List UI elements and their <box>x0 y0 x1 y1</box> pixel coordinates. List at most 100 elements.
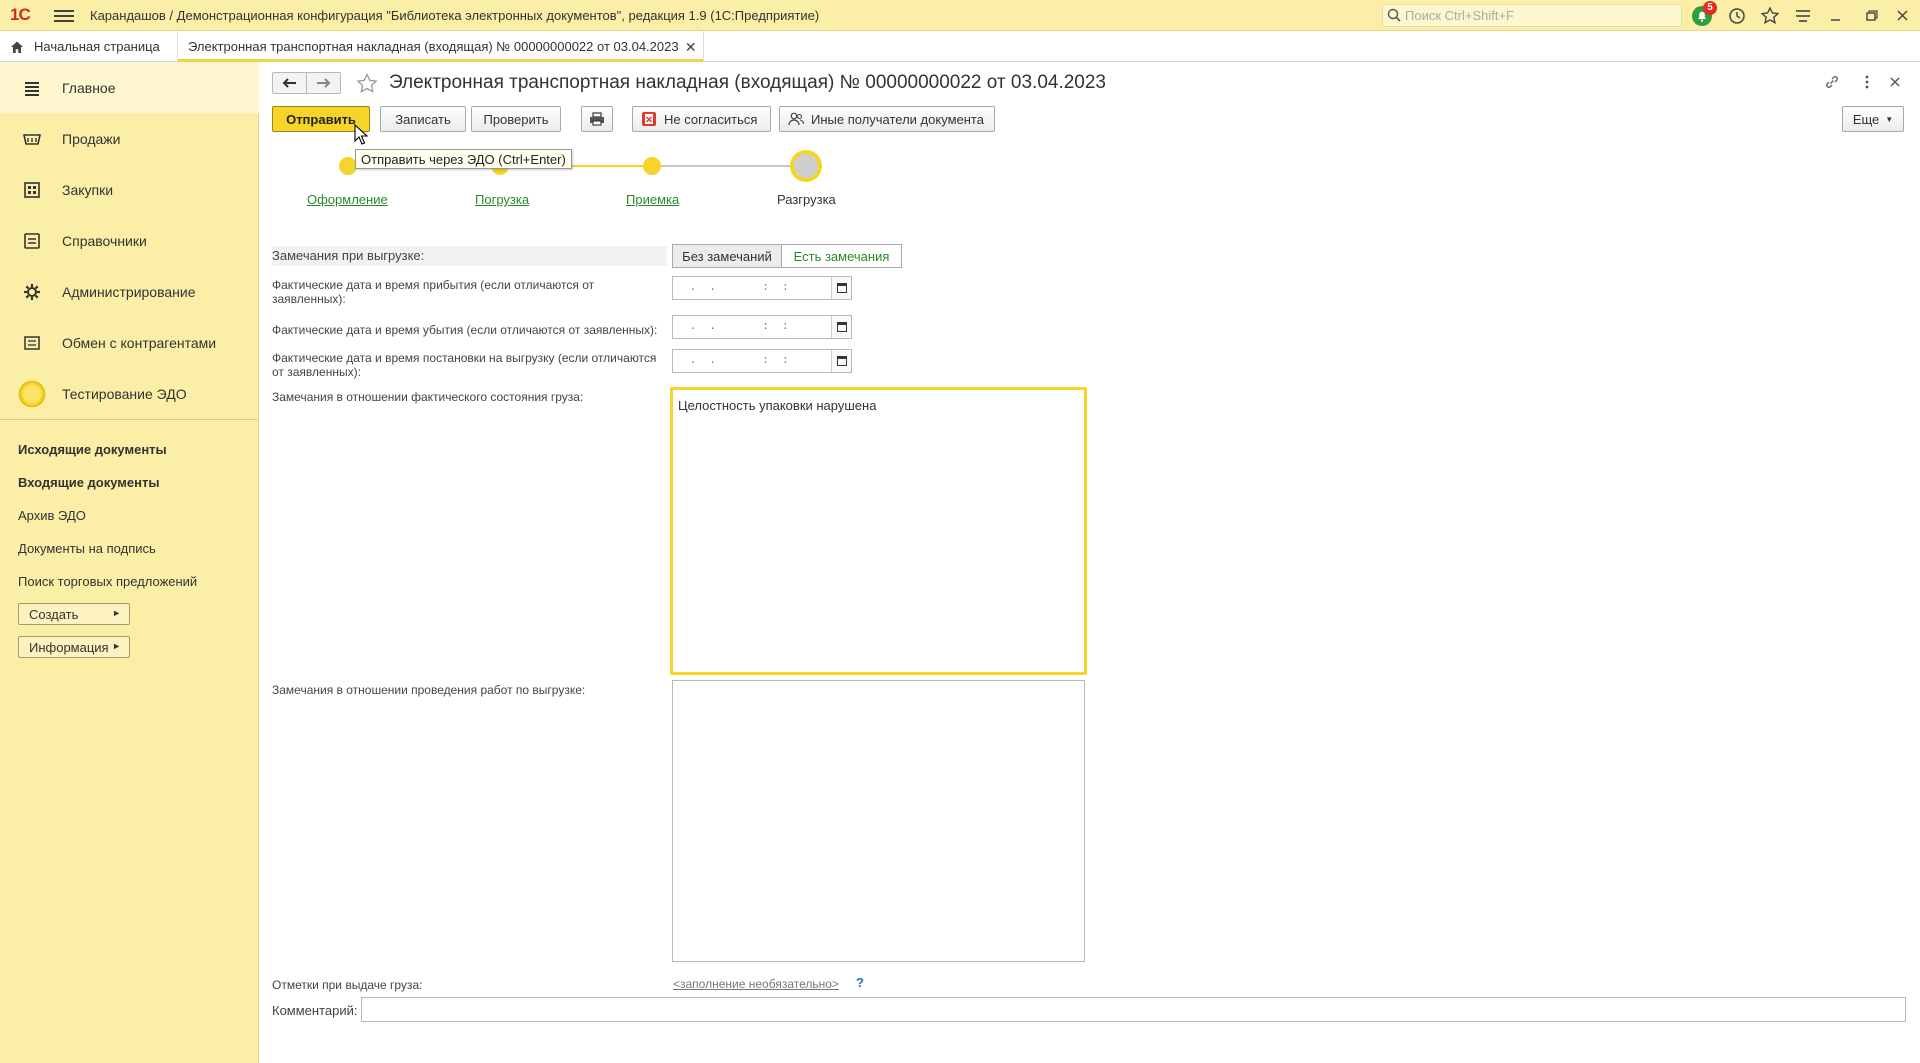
more-button-label: Еще <box>1852 111 1880 127</box>
menu-icon <box>25 82 39 96</box>
save-button[interactable]: Записать <box>380 106 466 132</box>
other-recipients-button-label: Иные получатели документа <box>811 111 984 127</box>
step-link-loading[interactable]: Погрузка <box>475 192 529 207</box>
title-bar: 1С Карандашов / Демонстрационная конфигу… <box>0 0 1920 31</box>
home-icon <box>11 41 23 53</box>
sidebar-item-main[interactable]: Главное <box>0 62 259 113</box>
check-button-label: Проверить <box>483 111 549 127</box>
send-tooltip: Отправить через ЭДО (Ctrl+Enter) <box>355 149 572 169</box>
help-icon[interactable]: ? <box>856 975 864 990</box>
check-button[interactable]: Проверить <box>471 106 561 132</box>
remarks-option-none-label: Без замечаний <box>682 248 772 264</box>
sidebar-link-incoming[interactable]: Входящие документы <box>18 475 159 490</box>
close-icon[interactable] <box>1886 73 1904 91</box>
cargo-marks-link[interactable]: <заполнение необязательно> <box>673 977 839 991</box>
chevron-down-icon: ▼ <box>1885 114 1894 124</box>
sidebar-link-trade-offers[interactable]: Поиск торговых предложений <box>18 574 197 589</box>
star-icon[interactable] <box>1759 5 1781 27</box>
exchange-icon <box>24 336 40 350</box>
info-button-label: Информация <box>29 640 109 655</box>
departure-date-field[interactable] <box>672 315 852 339</box>
people-icon <box>788 112 804 126</box>
comment-input[interactable] <box>361 997 1906 1022</box>
sidebar-item-catalogs[interactable]: Справочники <box>0 215 259 266</box>
disagree-button[interactable]: Не согласиться <box>632 106 771 132</box>
document-title: Электронная транспортная накладная (вход… <box>389 72 1106 93</box>
departure-date-label: Фактические дата и время убытия (если от… <box>272 323 658 337</box>
more-button[interactable]: Еще ▼ <box>1842 106 1904 132</box>
app-title: Карандашов / Демонстрационная конфигурац… <box>90 8 820 23</box>
save-button-label: Записать <box>395 111 451 127</box>
close-window-icon[interactable] <box>1892 5 1914 27</box>
other-recipients-button[interactable]: Иные получатели документа <box>779 106 995 132</box>
sidebar-link-outgoing[interactable]: Исходящие документы <box>18 442 167 457</box>
unloading-works-textarea[interactable] <box>672 680 1085 962</box>
chevron-right-icon: ► <box>112 608 121 618</box>
arrival-date-label: Фактические дата и время прибытия (если … <box>272 278 595 306</box>
print-button[interactable] <box>581 106 613 132</box>
sidebar-item-edo-testing[interactable]: Тестирование ЭДО <box>0 368 259 419</box>
mouse-cursor-icon <box>354 124 368 145</box>
remarks-label: Замечания при выгрузке: <box>272 248 425 263</box>
search-input[interactable] <box>1405 6 1675 25</box>
sidebar-link-to-sign[interactable]: Документы на подпись <box>18 541 156 556</box>
cargo-state-textarea[interactable]: Целостность упаковки нарушена <box>670 387 1087 675</box>
calendar-button[interactable] <box>831 316 851 338</box>
history-icon[interactable] <box>1726 5 1748 27</box>
sidebar-item-exchange[interactable]: Обмен с контрагентами <box>0 317 259 368</box>
sidebar-item-label: Справочники <box>62 232 147 249</box>
step-link-acceptance[interactable]: Приемка <box>626 192 679 207</box>
sidebar-link-archive[interactable]: Архив ЭДО <box>18 508 86 523</box>
calendar-button[interactable] <box>831 350 851 372</box>
sidebar-divider <box>0 419 259 420</box>
info-button[interactable]: Информация ► <box>18 636 130 658</box>
close-tab-icon[interactable]: ✕ <box>685 39 697 56</box>
remarks-option-has[interactable]: Есть замечания <box>781 244 902 268</box>
sidebar-item-label: Главное <box>62 79 116 96</box>
create-button-label: Создать <box>29 607 79 622</box>
create-button[interactable]: Создать ► <box>18 603 130 625</box>
unloading-date-field[interactable] <box>672 349 852 373</box>
calendar-button[interactable] <box>831 277 851 299</box>
open-tabs-bar: Начальная страница Электронная транспорт… <box>0 31 1920 62</box>
disagree-button-label: Не согласиться <box>664 111 758 127</box>
step-label-unloading: Разгрузка <box>777 192 836 207</box>
calendar-icon <box>837 322 847 332</box>
forward-button[interactable] <box>306 72 341 94</box>
tab-document[interactable]: Электронная транспортная накладная (вход… <box>177 31 704 62</box>
step-dot-unloading-current <box>790 150 822 182</box>
sidebar-item-label: Закупки <box>62 181 114 198</box>
arrival-date-field[interactable] <box>672 276 852 300</box>
functions-menu-icon[interactable] <box>1792 5 1814 27</box>
arrow-right-icon <box>317 78 331 88</box>
more-options-icon[interactable] <box>1858 73 1876 91</box>
sidebar-item-purchases[interactable]: Закупки <box>0 164 259 215</box>
back-button[interactable] <box>272 72 307 94</box>
unloading-works-label: Замечания в отношении проведения работ п… <box>272 683 586 697</box>
cargo-marks-label: Отметки при выдаче груза: <box>272 978 423 992</box>
departure-date-input[interactable] <box>677 319 827 335</box>
maximize-icon[interactable] <box>1860 5 1882 27</box>
global-search[interactable] <box>1382 4 1682 27</box>
unloading-date-input[interactable] <box>677 353 827 369</box>
arrival-date-input[interactable] <box>677 280 827 296</box>
cart-icon <box>23 134 41 145</box>
book-icon <box>24 233 40 249</box>
sidebar-item-administration[interactable]: Администрирование <box>0 266 259 317</box>
send-button-label: Отправить <box>286 111 356 127</box>
sidebar-item-label: Администрирование <box>62 283 196 300</box>
remarks-option-none[interactable]: Без замечаний <box>672 244 782 268</box>
tab-home[interactable]: Начальная страница <box>0 31 172 62</box>
sidebar-item-sales[interactable]: Продажи <box>0 113 259 164</box>
cargo-state-label: Замечания в отношении фактического состо… <box>272 390 584 404</box>
chevron-right-icon: ► <box>112 641 121 651</box>
remarks-option-has-label: Есть замечания <box>793 248 890 264</box>
step-link-registration[interactable]: Оформление <box>307 192 388 207</box>
main-menu-icon[interactable] <box>54 7 74 23</box>
minimize-icon[interactable] <box>1825 5 1847 27</box>
favorite-star-icon[interactable] <box>355 72 379 96</box>
reject-document-icon <box>642 112 656 126</box>
calendar-icon <box>837 283 847 293</box>
link-icon[interactable] <box>1823 73 1841 91</box>
arrow-left-icon <box>282 78 296 88</box>
